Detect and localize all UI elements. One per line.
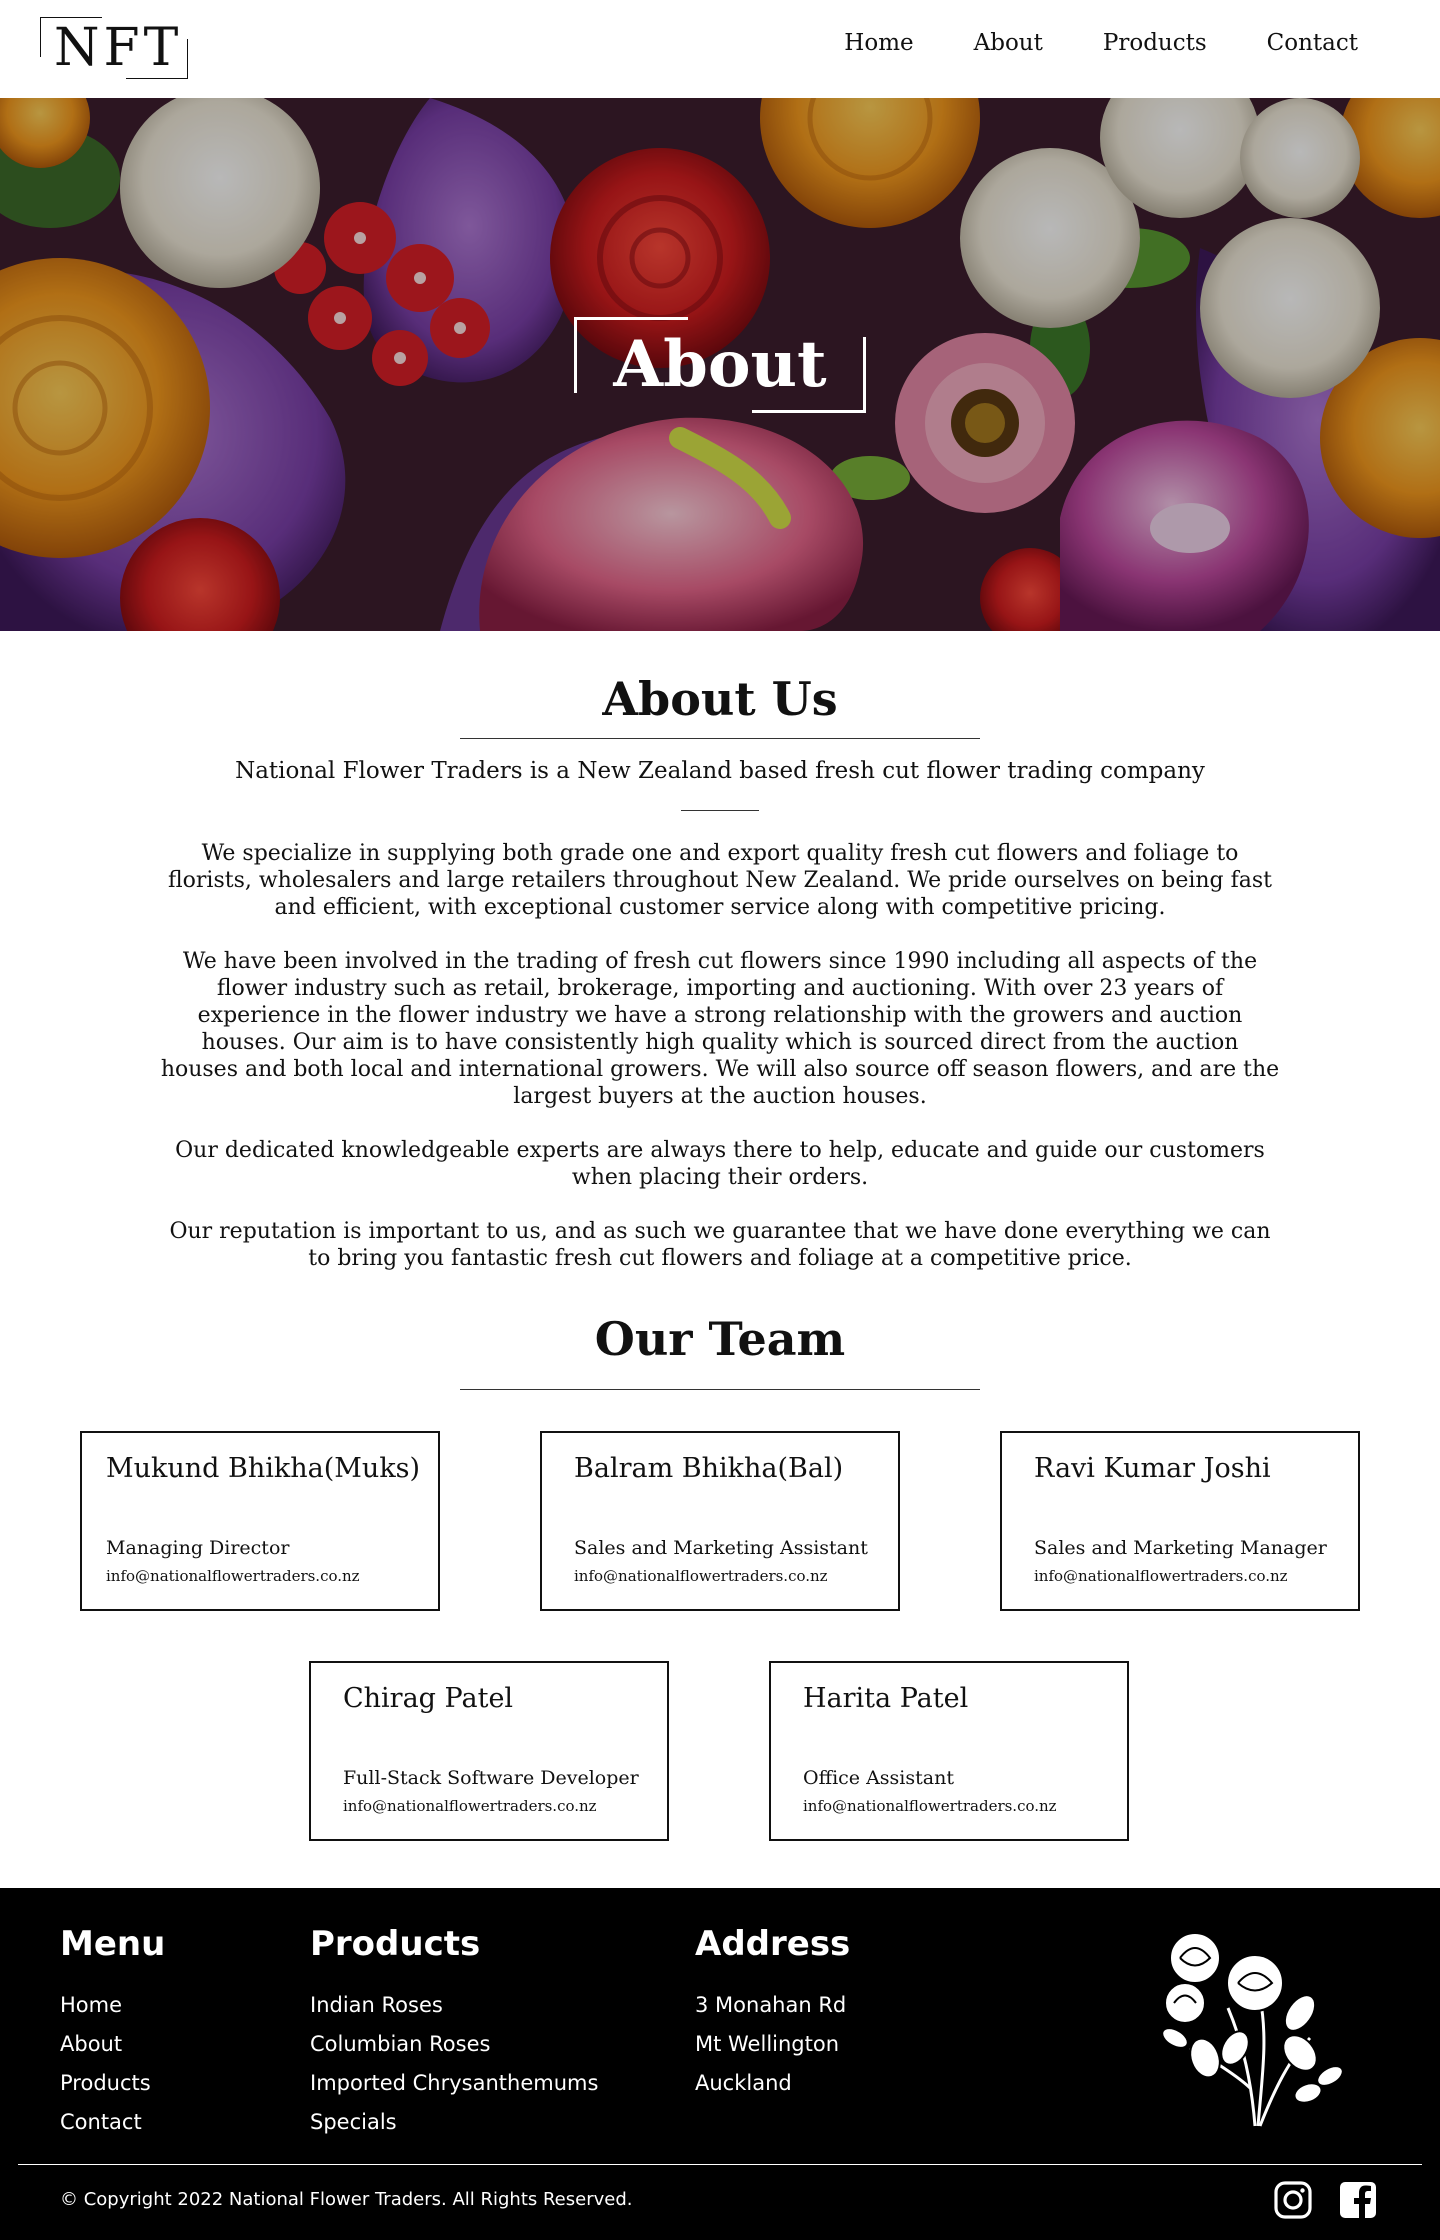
footer-link-indian-roses[interactable]: Indian Roses xyxy=(310,1993,443,2017)
address-line: Auckland xyxy=(695,2071,792,2095)
nav-home-link[interactable]: Home xyxy=(844,30,913,56)
instagram-icon[interactable] xyxy=(1273,2180,1313,2220)
footer-address-heading: Address xyxy=(695,1924,851,1964)
team-member-role: Office Assistant xyxy=(803,1767,954,1789)
copyright-text: © Copyright 2022 National Flower Traders… xyxy=(60,2189,633,2210)
nav-about-link[interactable]: About xyxy=(974,30,1043,56)
hero-banner: About xyxy=(0,98,1440,631)
team-member-role: Sales and Marketing Assistant xyxy=(574,1537,868,1559)
team-card: Chirag Patel Full-Stack Software Develop… xyxy=(309,1661,669,1841)
footer-link-imported-chrysanthemums[interactable]: Imported Chrysanthemums xyxy=(310,2071,598,2095)
team-card: Ravi Kumar Joshi Sales and Marketing Man… xyxy=(1000,1431,1360,1611)
facebook-icon[interactable] xyxy=(1338,2180,1378,2220)
footer-products-heading: Products xyxy=(310,1924,481,1964)
about-paragraph: Our dedicated knowledgeable experts are … xyxy=(175,1138,1265,1190)
footer-link-contact[interactable]: Contact xyxy=(60,2110,142,2134)
footer-divider xyxy=(18,2164,1422,2165)
team-member-role: Managing Director xyxy=(106,1537,290,1559)
hero-title-frame: About xyxy=(574,317,866,413)
team-member-email[interactable]: info@nationalflowertraders.co.nz xyxy=(343,1797,597,1815)
about-paragraph: We have been involved in the trading of … xyxy=(160,949,1280,1109)
our-team-heading: Our Team xyxy=(594,1312,846,1366)
footer-link-home[interactable]: Home xyxy=(60,1993,122,2017)
tagline-divider xyxy=(681,810,759,811)
nav-contact-link[interactable]: Contact xyxy=(1267,30,1358,56)
team-card: Mukund Bhikha(Muks) Managing Director in… xyxy=(80,1431,440,1611)
site-header: NFT Home About Products Contact xyxy=(0,0,1440,98)
site-footer: Menu Home About Products Contact Product… xyxy=(0,1888,1440,2240)
about-tagline: National Flower Traders is a New Zealand… xyxy=(235,758,1205,784)
nav-products-link[interactable]: Products xyxy=(1103,30,1207,56)
footer-menu-heading: Menu xyxy=(60,1924,166,1964)
team-member-role: Full-Stack Software Developer xyxy=(343,1767,639,1789)
team-card: Balram Bhikha(Bal) Sales and Marketing A… xyxy=(540,1431,900,1611)
team-member-name: Harita Patel xyxy=(803,1683,969,1714)
footer-link-products[interactable]: Products xyxy=(60,2071,151,2095)
about-paragraph: We specialize in supplying both grade on… xyxy=(167,841,1273,920)
footer-address-column: Address 3 Monahan Rd Mt Wellington Auckl… xyxy=(695,1924,850,2103)
footer-menu-column: Menu Home About Products Contact xyxy=(60,1924,165,2142)
about-us-heading: About Us xyxy=(602,672,838,726)
team-member-email[interactable]: info@nationalflowertraders.co.nz xyxy=(1034,1567,1288,1585)
team-member-email[interactable]: info@nationalflowertraders.co.nz xyxy=(803,1797,1057,1815)
team-member-name: Ravi Kumar Joshi xyxy=(1034,1453,1271,1484)
footer-link-columbian-roses[interactable]: Columbian Roses xyxy=(310,2032,490,2056)
footer-link-about[interactable]: About xyxy=(60,2032,122,2056)
address-line: 3 Monahan Rd xyxy=(695,1993,847,2017)
team-member-name: Balram Bhikha(Bal) xyxy=(574,1453,844,1484)
about-heading-divider xyxy=(460,738,980,739)
team-member-name: Mukund Bhikha(Muks) xyxy=(106,1453,421,1484)
address-line: Mt Wellington xyxy=(695,2032,840,2056)
hero-title: About xyxy=(613,327,827,402)
logo-text: NFT xyxy=(54,18,183,78)
footer-products-column: Products Indian Roses Columbian Roses Im… xyxy=(310,1924,598,2142)
team-member-role: Sales and Marketing Manager xyxy=(1034,1537,1327,1559)
rose-bouquet-illustration xyxy=(1161,1932,1344,2127)
about-body: We specialize in supplying both grade on… xyxy=(160,840,1280,1299)
team-member-name: Chirag Patel xyxy=(343,1683,514,1714)
main-nav: Home About Products Contact xyxy=(844,30,1358,56)
team-heading-divider xyxy=(460,1389,980,1390)
footer-link-specials[interactable]: Specials xyxy=(310,2110,397,2134)
team-member-email[interactable]: info@nationalflowertraders.co.nz xyxy=(106,1567,360,1585)
team-member-email[interactable]: info@nationalflowertraders.co.nz xyxy=(574,1567,828,1585)
site-logo[interactable]: NFT xyxy=(40,17,188,79)
about-paragraph: Our reputation is important to us, and a… xyxy=(169,1219,1271,1271)
team-card: Harita Patel Office Assistant info@natio… xyxy=(769,1661,1129,1841)
